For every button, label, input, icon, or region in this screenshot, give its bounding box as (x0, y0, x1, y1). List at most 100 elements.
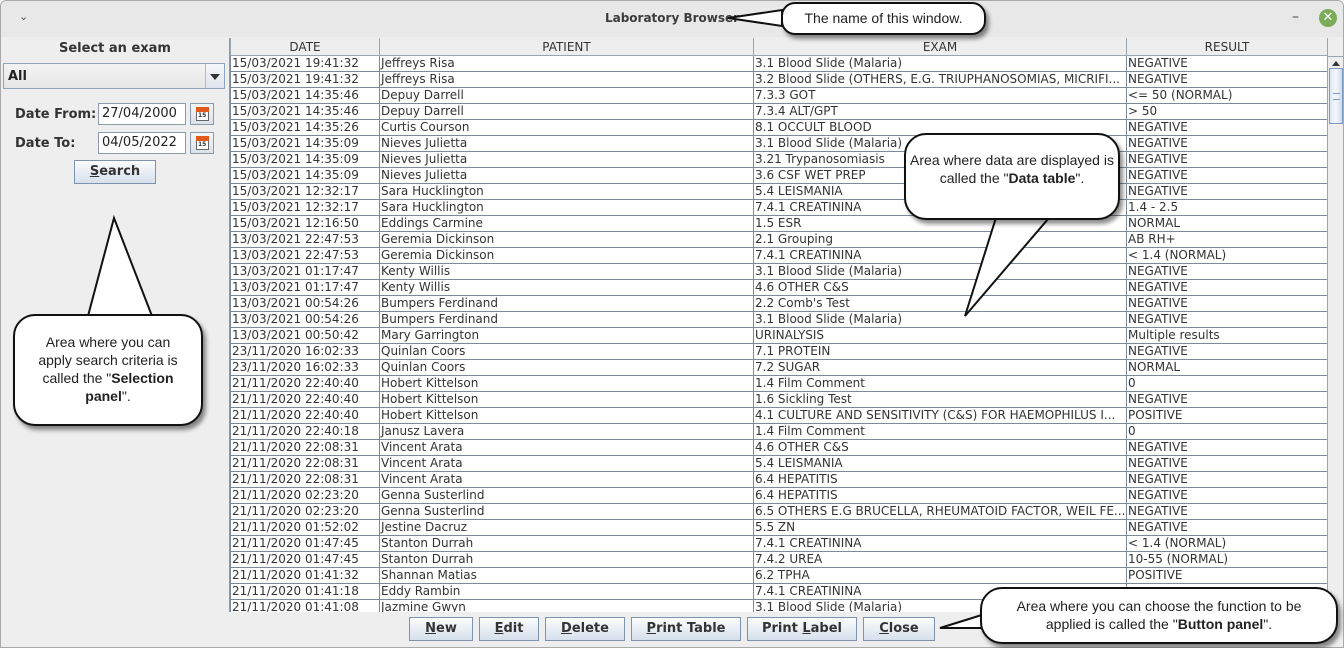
table-row[interactable]: 21/11/2020 22:40:40 Hobert Kittelson 4.1 C… (230, 407, 1328, 424)
date-cell[interactable]: 21/11/2020 22:08:31 (230, 455, 380, 472)
date-cell[interactable]: 21/11/2020 22:40:40 (230, 375, 380, 392)
patient-cell[interactable]: Jazmine Gwyn (379, 599, 754, 612)
exam-cell[interactable]: 1.4 Film Comment (753, 375, 1127, 392)
patient-cell[interactable]: Mary Garrington (379, 327, 754, 344)
table-row[interactable]: 13/03/2021 00:54:26 Bumpers Ferdinand 2.2 … (230, 295, 1328, 312)
table-row[interactable]: 13/03/2021 00:50:42 Mary Garrington URINAL… (230, 327, 1328, 344)
date-cell[interactable]: 15/03/2021 14:35:46 (230, 103, 380, 120)
exam-cell[interactable]: 7.4.2 UREA (753, 551, 1127, 568)
exam-cell[interactable]: 6.2 TPHA (753, 567, 1127, 584)
exam-cell[interactable]: 6.4 HEPATITIS (753, 471, 1127, 488)
exam-cell[interactable]: 5.5 ZN (753, 519, 1127, 536)
exam-cell[interactable]: 2.1 Grouping (753, 231, 1127, 248)
table-row[interactable]: 21/11/2020 22:40:40 Hobert Kittelson 1.4 F… (230, 375, 1328, 392)
patient-cell[interactable]: Vincent Arata (379, 455, 754, 472)
date-cell[interactable]: 21/11/2020 01:41:08 (230, 599, 380, 612)
exam-cell[interactable]: 7.4.1 CREATININA (753, 535, 1127, 552)
patient-cell[interactable]: Stanton Durrah (379, 551, 754, 568)
date-cell[interactable]: 13/03/2021 00:54:26 (230, 311, 380, 328)
patient-cell[interactable]: Bumpers Ferdinand (379, 311, 754, 328)
result-cell[interactable]: < 1.4 (NORMAL) (1126, 247, 1328, 264)
date-cell[interactable]: 15/03/2021 14:35:09 (230, 135, 380, 152)
result-cell[interactable]: NEGATIVE (1126, 119, 1328, 136)
patient-cell[interactable]: Sara Hucklington (379, 183, 754, 200)
result-cell[interactable]: NEGATIVE (1126, 343, 1328, 360)
patient-cell[interactable]: Stanton Durrah (379, 535, 754, 552)
exam-cell[interactable]: 4.6 OTHER C&S (753, 439, 1127, 456)
result-cell[interactable]: NEGATIVE (1126, 391, 1328, 408)
patient-cell[interactable]: Nieves Julietta (379, 135, 754, 152)
date-cell[interactable]: 15/03/2021 14:35:46 (230, 87, 380, 104)
result-cell[interactable]: NEGATIVE (1126, 455, 1328, 472)
minimize-button[interactable]: – (1292, 9, 1299, 25)
date-cell[interactable]: 23/11/2020 16:02:33 (230, 359, 380, 376)
patient-cell[interactable]: Curtis Courson (379, 119, 754, 136)
exam-cell[interactable]: 7.1 PROTEIN (753, 343, 1127, 360)
patient-cell[interactable]: Jestine Dacruz (379, 519, 754, 536)
vertical-scrollbar[interactable] (1327, 38, 1343, 612)
column-header-patient[interactable]: PATIENT (379, 38, 754, 56)
scrollbar-thumb[interactable] (1329, 68, 1343, 124)
date-cell[interactable]: 21/11/2020 01:41:18 (230, 583, 380, 600)
result-cell[interactable]: NEGATIVE (1126, 279, 1328, 296)
result-cell[interactable]: NEGATIVE (1126, 503, 1328, 520)
close-button[interactable]: Close (863, 617, 935, 641)
exam-cell[interactable]: 3.1 Blood Slide (Malaria) (753, 263, 1127, 280)
table-row[interactable]: 21/11/2020 01:47:45 Stanton Durrah 7.4.2 U… (230, 551, 1328, 568)
patient-cell[interactable]: Geremia Dickinson (379, 247, 754, 264)
table-row[interactable]: 13/03/2021 01:17:47 Kenty Willis 4.6 OTHER… (230, 279, 1328, 296)
date-cell[interactable]: 15/03/2021 12:16:50 (230, 215, 380, 232)
result-cell[interactable]: Multiple results (1126, 327, 1328, 344)
date-cell[interactable]: 21/11/2020 01:47:45 (230, 535, 380, 552)
table-row[interactable]: 21/11/2020 22:08:31 Vincent Arata 5.4 LEIS… (230, 455, 1328, 472)
exam-cell[interactable]: URINALYSIS (753, 327, 1127, 344)
print-table-button[interactable]: Print Table (631, 617, 741, 641)
delete-button[interactable]: Delete (545, 617, 625, 641)
exam-cell[interactable]: 5.4 LEISMANIA (753, 455, 1127, 472)
patient-cell[interactable]: Hobert Kittelson (379, 407, 754, 424)
result-cell[interactable]: 10-55 (NORMAL) (1126, 551, 1328, 568)
date-cell[interactable]: 13/03/2021 01:17:47 (230, 279, 380, 296)
table-row[interactable]: 15/03/2021 14:35:46 Depuy Darrell 7.3.4 AL… (230, 103, 1328, 120)
table-row[interactable]: 15/03/2021 12:32:17 Sara Hucklington 7.4.1… (230, 199, 1328, 216)
search-button[interactable]: Search (74, 160, 156, 184)
print-label-button[interactable]: Print Label (747, 617, 857, 641)
result-cell[interactable]: NEGATIVE (1126, 263, 1328, 280)
date-cell[interactable]: 15/03/2021 14:35:26 (230, 119, 380, 136)
table-row[interactable]: 21/11/2020 01:41:32 Shannan Matias 6.2 TPH… (230, 567, 1328, 584)
table-row[interactable]: 21/11/2020 22:40:18 Janusz Lavera 1.4 Film… (230, 423, 1328, 440)
patient-cell[interactable]: Geremia Dickinson (379, 231, 754, 248)
date-cell[interactable]: 15/03/2021 12:32:17 (230, 199, 380, 216)
result-cell[interactable]: NEGATIVE (1126, 151, 1328, 168)
date-cell[interactable]: 21/11/2020 22:40:40 (230, 407, 380, 424)
date-cell[interactable]: 21/11/2020 01:47:45 (230, 551, 380, 568)
date-cell[interactable]: 15/03/2021 19:41:32 (230, 71, 380, 88)
exam-cell[interactable]: 3.1 Blood Slide (Malaria) (753, 55, 1127, 72)
table-row[interactable]: 15/03/2021 14:35:09 Nieves Julietta 3.1 Bl… (230, 135, 1328, 152)
exam-cell[interactable]: 1.6 Sickling Test (753, 391, 1127, 408)
patient-cell[interactable]: Kenty Willis (379, 279, 754, 296)
patient-cell[interactable]: Quinlan Coors (379, 343, 754, 360)
patient-cell[interactable]: Depuy Darrell (379, 103, 754, 120)
patient-cell[interactable]: Jeffreys Risa (379, 55, 754, 72)
patient-cell[interactable]: Nieves Julietta (379, 167, 754, 184)
result-cell[interactable]: NEGATIVE (1126, 471, 1328, 488)
table-row[interactable]: 23/11/2020 16:02:33 Quinlan Coors 7.2 SUGA… (230, 359, 1328, 376)
table-row[interactable]: 21/11/2020 01:47:45 Stanton Durrah 7.4.1 C… (230, 535, 1328, 552)
result-cell[interactable]: NEGATIVE (1126, 183, 1328, 200)
result-cell[interactable]: 1.4 - 2.5 (1126, 199, 1328, 216)
patient-cell[interactable]: Nieves Julietta (379, 151, 754, 168)
result-cell[interactable]: POSITIVE (1126, 567, 1328, 584)
result-cell[interactable]: 0 (1126, 375, 1328, 392)
table-row[interactable]: 15/03/2021 19:41:32 Jeffreys Risa 3.1 Bloo… (230, 55, 1328, 72)
patient-cell[interactable]: Shannan Matias (379, 567, 754, 584)
date-cell[interactable]: 13/03/2021 01:17:47 (230, 263, 380, 280)
date-cell[interactable]: 23/11/2020 16:02:33 (230, 343, 380, 360)
patient-cell[interactable]: Bumpers Ferdinand (379, 295, 754, 312)
date-from-field[interactable]: 27/04/2000 (98, 103, 186, 125)
exam-cell[interactable]: 6.4 HEPATITIS (753, 487, 1127, 504)
patient-cell[interactable]: Eddings Carmine (379, 215, 754, 232)
result-cell[interactable]: NEGATIVE (1126, 295, 1328, 312)
table-row[interactable]: 21/11/2020 02:23:20 Genna Susterlind 6.5 O… (230, 503, 1328, 520)
table-row[interactable]: 13/03/2021 01:17:47 Kenty Willis 3.1 Blood… (230, 263, 1328, 280)
